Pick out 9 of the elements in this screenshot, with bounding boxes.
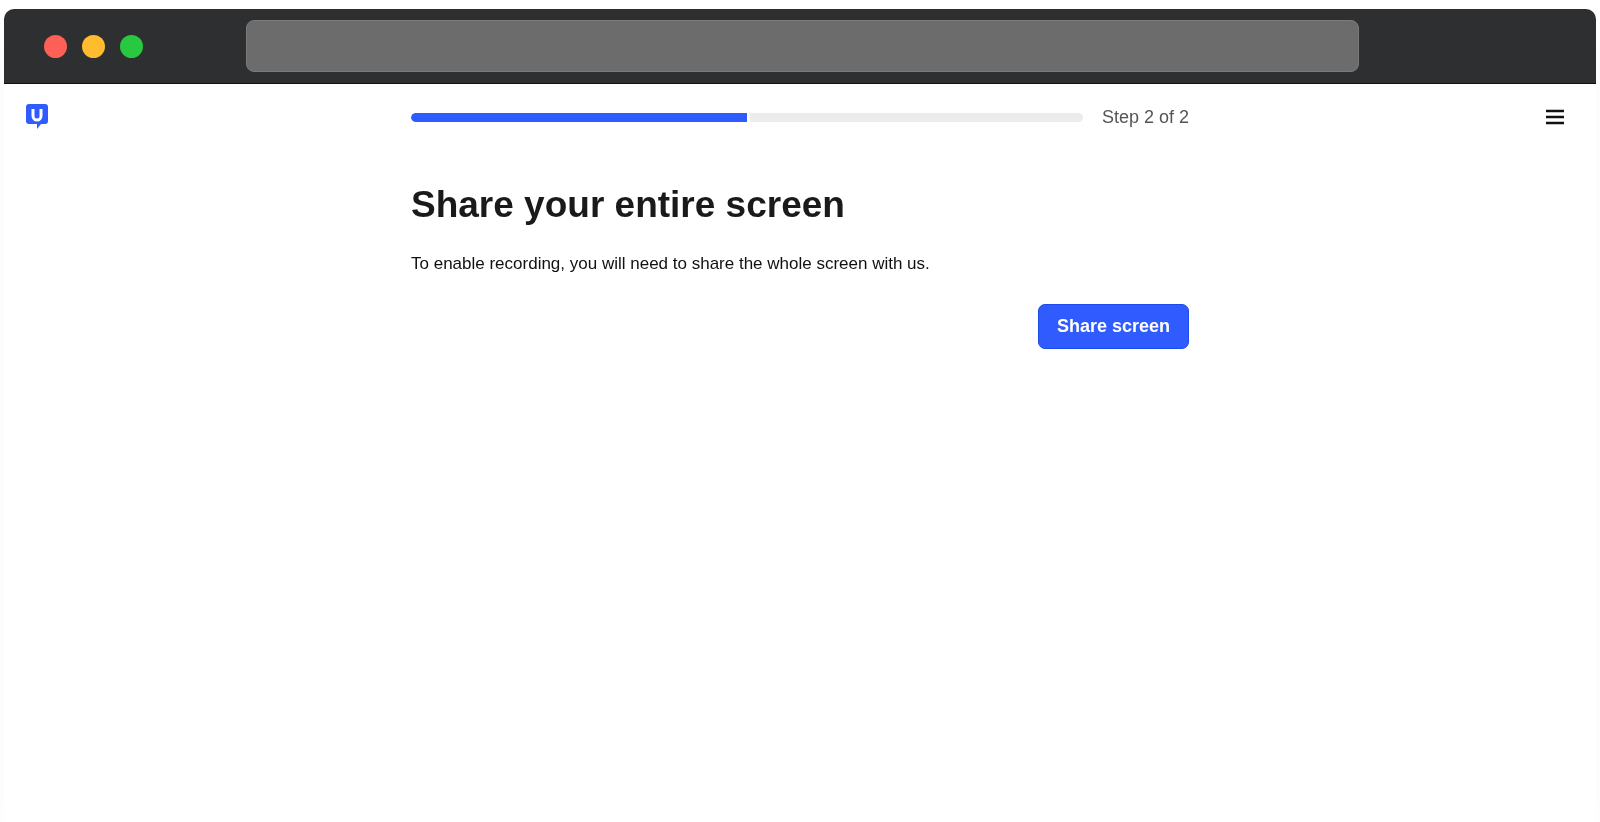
maximize-icon[interactable]	[120, 34, 143, 58]
logo-icon	[26, 103, 50, 131]
menu-icon[interactable]	[1545, 108, 1565, 126]
minimize-icon[interactable]	[82, 34, 105, 58]
share-screen-button[interactable]: Share screen	[1037, 304, 1189, 349]
close-icon[interactable]	[44, 34, 67, 58]
step-indicator: Step 2 of 2	[1101, 106, 1189, 128]
page-heading: Share your entire screen	[411, 184, 846, 226]
description-text: To enable recording, you will need to share the whole screen with us.	[411, 254, 931, 274]
